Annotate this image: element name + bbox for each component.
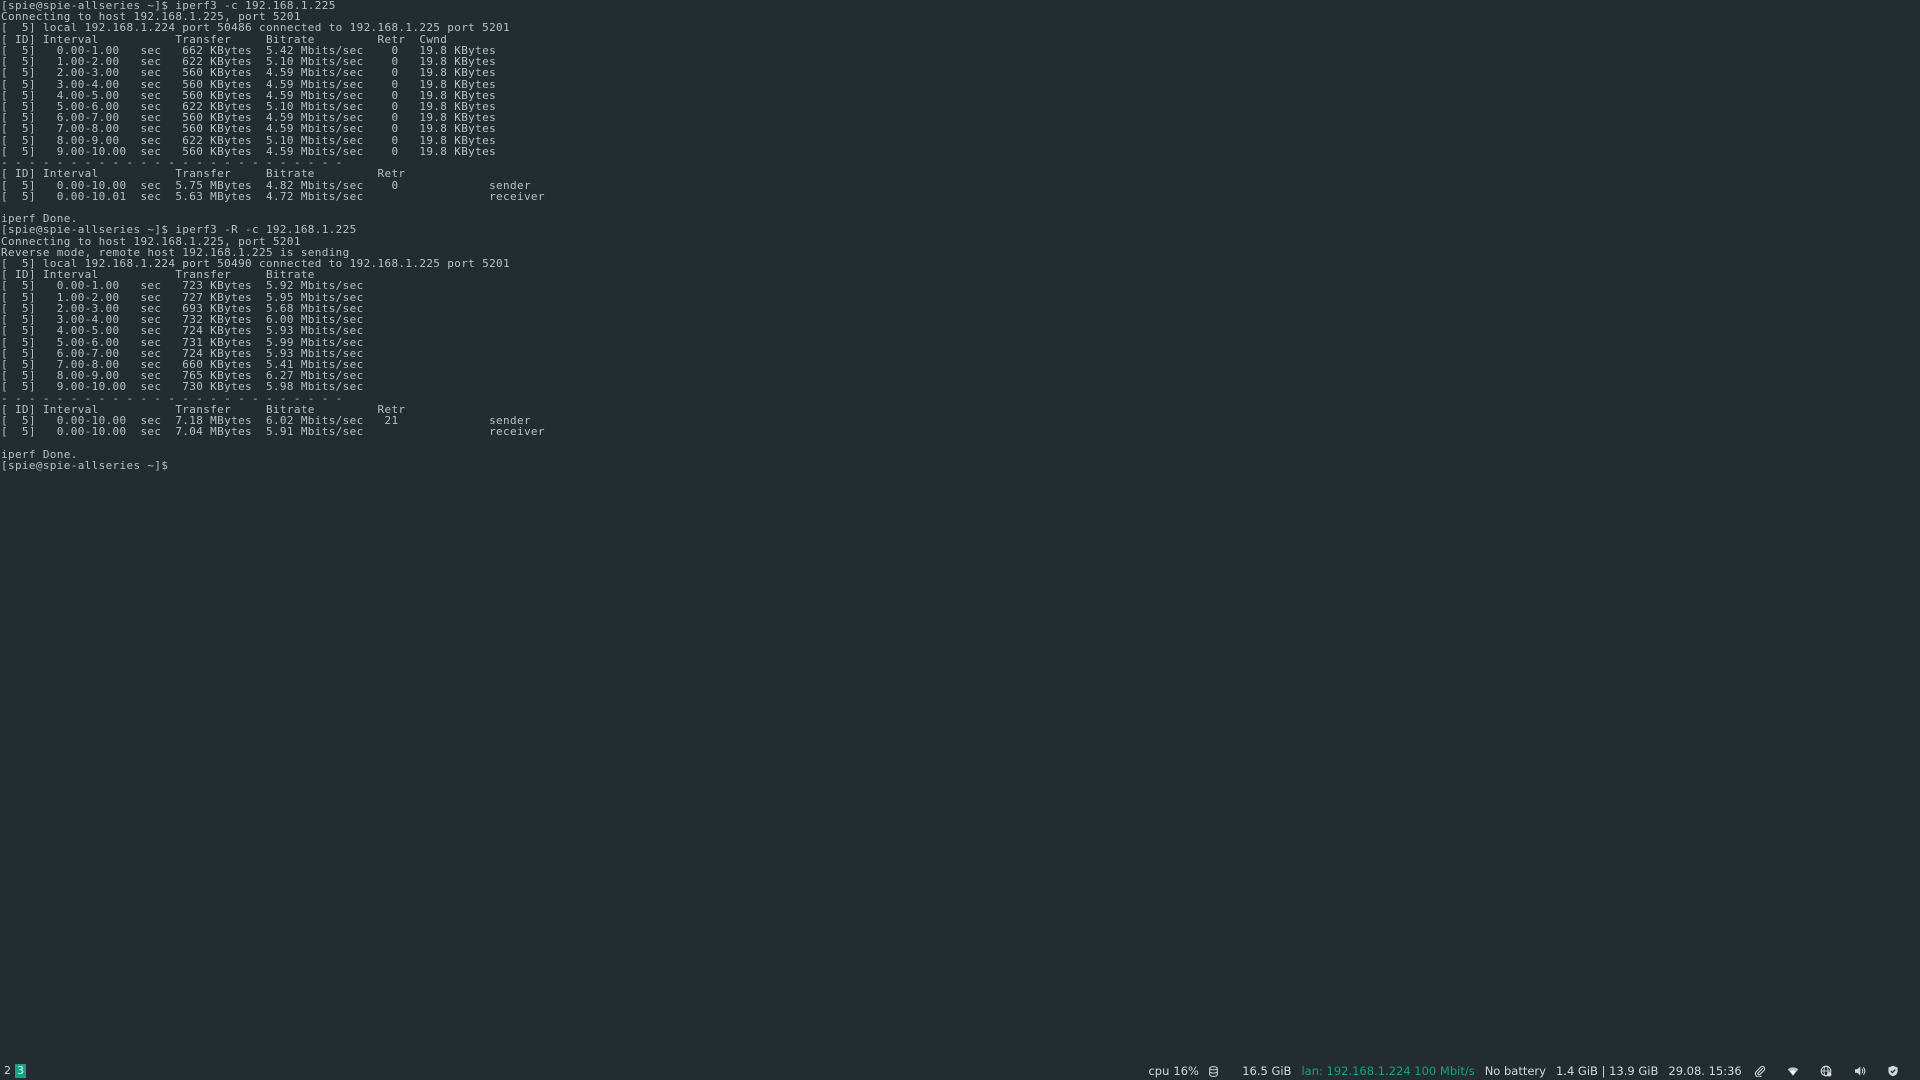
terminal-line: [ 5] 0.00-10.00 sec 7.04 MBytes 5.91 Mbi… <box>1 425 545 439</box>
terminal-line: [ 5] 0.00-1.00 sec 723 KBytes 5.92 Mbits… <box>1 279 364 293</box>
terminal-line: [ 5] 4.00-5.00 sec 724 KBytes 5.93 Mbits… <box>1 324 364 338</box>
shield-icon[interactable] <box>1887 1037 1916 1080</box>
workspace-button-2[interactable]: 2 <box>2 1064 13 1078</box>
cpu-status: cpu 16% <box>1148 1064 1198 1078</box>
memory-text: 1.4 GiB | 13.9 GiB <box>1555 1064 1659 1078</box>
status-right: cpu 16% 16.5 GiB lan: 192.168.1.224 100 … <box>1148 1062 1916 1080</box>
terminal-line: [ 5] local 192.168.1.224 port 50486 conn… <box>1 21 510 35</box>
terminal-line: [ ID] Interval Transfer Bitrate Retr <box>1 167 406 181</box>
paperclip-icon[interactable] <box>1754 1037 1783 1080</box>
datetime-text: 29.08. 15:36 <box>1668 1064 1742 1078</box>
wifi-icon[interactable] <box>1787 1037 1816 1080</box>
terminal-line: [ 5] 0.00-10.01 sec 5.63 MBytes 4.72 Mbi… <box>1 189 545 203</box>
terminal-line: [ 5] 2.00-3.00 sec 560 KBytes 4.59 Mbits… <box>1 66 497 80</box>
cpu-label: cpu <box>1148 1064 1170 1078</box>
disk-icon <box>1209 1038 1238 1080</box>
disk-status: 16.5 GiB <box>1209 1038 1292 1080</box>
lan-text: lan: 192.168.1.224 100 Mbit/s <box>1301 1064 1475 1078</box>
battery-text: No battery <box>1484 1064 1546 1078</box>
volume-icon[interactable] <box>1854 1037 1883 1080</box>
terminal-line: [ 5] 9.00-10.00 sec 730 KBytes 5.98 Mbit… <box>1 380 364 394</box>
cpu-value: 16% <box>1173 1064 1199 1078</box>
clock: 29.08. 15:36 <box>1668 1064 1741 1078</box>
lan-status: lan: 192.168.1.224 100 Mbit/s <box>1301 1064 1474 1078</box>
battery-status: No battery <box>1485 1064 1546 1078</box>
terminal-line: [spie@spie-allseries ~]$ iperf3 -R -c 19… <box>1 223 357 237</box>
terminal-cursor <box>175 460 182 470</box>
terminal-line: [spie@spie-allseries ~]$ <box>1 460 1916 471</box>
terminal-output[interactable]: [spie@spie-allseries ~]$ iperf3 -c 192.1… <box>1 0 1916 1060</box>
system-tray <box>1754 1037 1916 1080</box>
workspace-button-3[interactable]: 3 <box>15 1064 26 1078</box>
workspace-list: 2 3 <box>2 1064 26 1078</box>
terminal-line: iperf Done. <box>1 447 78 461</box>
terminal-line: [ 5] 7.00-8.00 sec 560 KBytes 4.59 Mbits… <box>1 122 497 136</box>
status-bar: 2 3 cpu 16% 16.5 GiB lan: 192.168.1.224 … <box>0 1062 1920 1080</box>
memory-status: 1.4 GiB | 13.9 GiB <box>1556 1064 1658 1078</box>
network-globe-icon[interactable] <box>1820 1037 1849 1080</box>
disk-value: 16.5 GiB <box>1242 1064 1292 1078</box>
